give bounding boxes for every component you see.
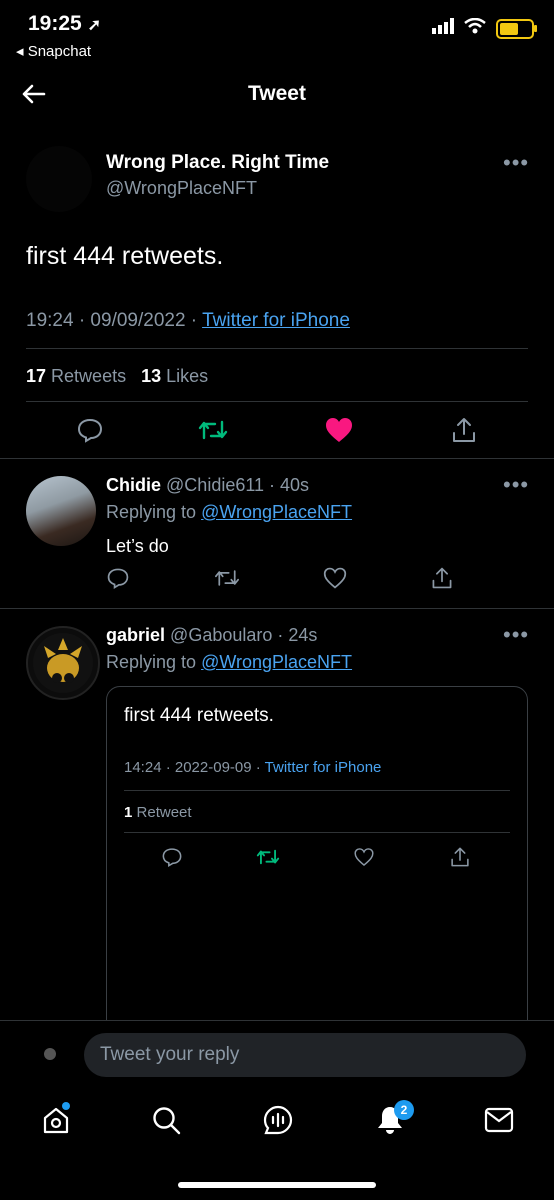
embedded-tweet-text: first 444 retweets. [124, 705, 274, 726]
more-options-icon[interactable]: ••• [503, 150, 529, 176]
divider [0, 458, 554, 459]
divider [124, 832, 510, 833]
like-heart-icon[interactable] [324, 416, 354, 444]
divider [26, 348, 528, 349]
embedded-tweet-card[interactable] [106, 686, 528, 1068]
home-indicator [178, 1182, 376, 1188]
like-heart-icon[interactable] [322, 566, 348, 590]
author-name[interactable]: Wrong Place. Right Time [106, 152, 329, 174]
replying-to-link[interactable]: @WrongPlaceNFT [201, 652, 352, 672]
share-icon[interactable] [449, 846, 471, 868]
replying-to: Replying to @WrongPlaceNFT [106, 652, 353, 672]
current-user-avatar[interactable] [44, 1048, 56, 1060]
reply-avatar[interactable] [26, 476, 96, 546]
reply-icon[interactable] [76, 416, 104, 444]
back-to-app-link[interactable]: ◂ Snapchat [16, 42, 91, 60]
spaces-icon[interactable] [262, 1104, 294, 1136]
tweet-reply-input[interactable]: Tweet your reply [84, 1033, 526, 1077]
reply-author-name[interactable]: gabriel [106, 625, 165, 645]
battery-charging-icon [496, 18, 537, 39]
reply-icon[interactable] [106, 566, 130, 590]
tweet-stats: 17 Retweets 13 Likes [26, 366, 208, 387]
reply-author-name[interactable]: Chidie [106, 475, 161, 495]
messages-mail-icon[interactable] [484, 1106, 514, 1134]
likes-stat[interactable]: 13 Likes [141, 366, 208, 386]
like-heart-icon[interactable] [353, 846, 375, 868]
embedded-client-link[interactable]: Twitter for iPhone [265, 759, 382, 776]
share-icon[interactable] [450, 416, 478, 444]
reply-avatar[interactable] [26, 626, 100, 700]
reply-handle-time: @Chidie611 · 40s [166, 475, 310, 495]
retweets-stat[interactable]: 17 Retweets [26, 366, 126, 386]
more-options-icon[interactable]: ••• [503, 472, 529, 498]
tweet-text: first 444 retweets. [26, 242, 224, 270]
reply-handle-time: @Gaboularo · 24s [170, 625, 318, 645]
tweet-meta: 19:24 · 09/09/2022 · Twitter for iPhone [26, 310, 350, 332]
tweet-timestamp: 19:24 · 09/09/2022 · [26, 310, 203, 331]
embedded-tweet-meta: 14:24 · 2022-09-09 · Twitter for iPhone [124, 759, 382, 776]
replying-to: Replying to @WrongPlaceNFT [106, 502, 353, 522]
search-icon[interactable] [151, 1105, 181, 1135]
divider [124, 790, 510, 791]
notifications-badge: 2 [394, 1100, 414, 1120]
retweet-icon[interactable] [198, 416, 228, 444]
replying-to-link[interactable]: @WrongPlaceNFT [201, 502, 352, 522]
embedded-retweet-stat[interactable]: 1 Retweet [124, 804, 192, 821]
wifi-icon [464, 17, 486, 39]
reply-header: Chidie @Chidie611 · 40s [106, 475, 309, 496]
divider [0, 608, 554, 609]
reply-text: Let’s do [106, 536, 169, 556]
more-options-icon[interactable]: ••• [503, 622, 529, 648]
client-link[interactable]: Twitter for iPhone [202, 310, 350, 331]
home-new-dot [62, 1102, 70, 1110]
location-arrow-icon: ➚ [87, 17, 101, 34]
reply-placeholder: Tweet your reply [100, 1044, 240, 1065]
reply-icon[interactable] [161, 846, 183, 868]
status-time: 19:25 ➚ [28, 12, 101, 35]
retweet-icon[interactable] [214, 566, 240, 590]
reply-header: gabriel @Gaboularo · 24s [106, 625, 317, 646]
retweet-icon[interactable] [256, 846, 280, 868]
share-icon[interactable] [430, 566, 454, 590]
author-avatar[interactable] [26, 146, 92, 212]
gold-mask-logo [33, 633, 93, 693]
battery-level [500, 22, 518, 35]
signal-icon [432, 18, 454, 39]
divider [26, 401, 528, 402]
page-title: Tweet [248, 82, 306, 105]
status-icons [432, 17, 537, 39]
author-handle[interactable]: @WrongPlaceNFT [106, 178, 257, 199]
